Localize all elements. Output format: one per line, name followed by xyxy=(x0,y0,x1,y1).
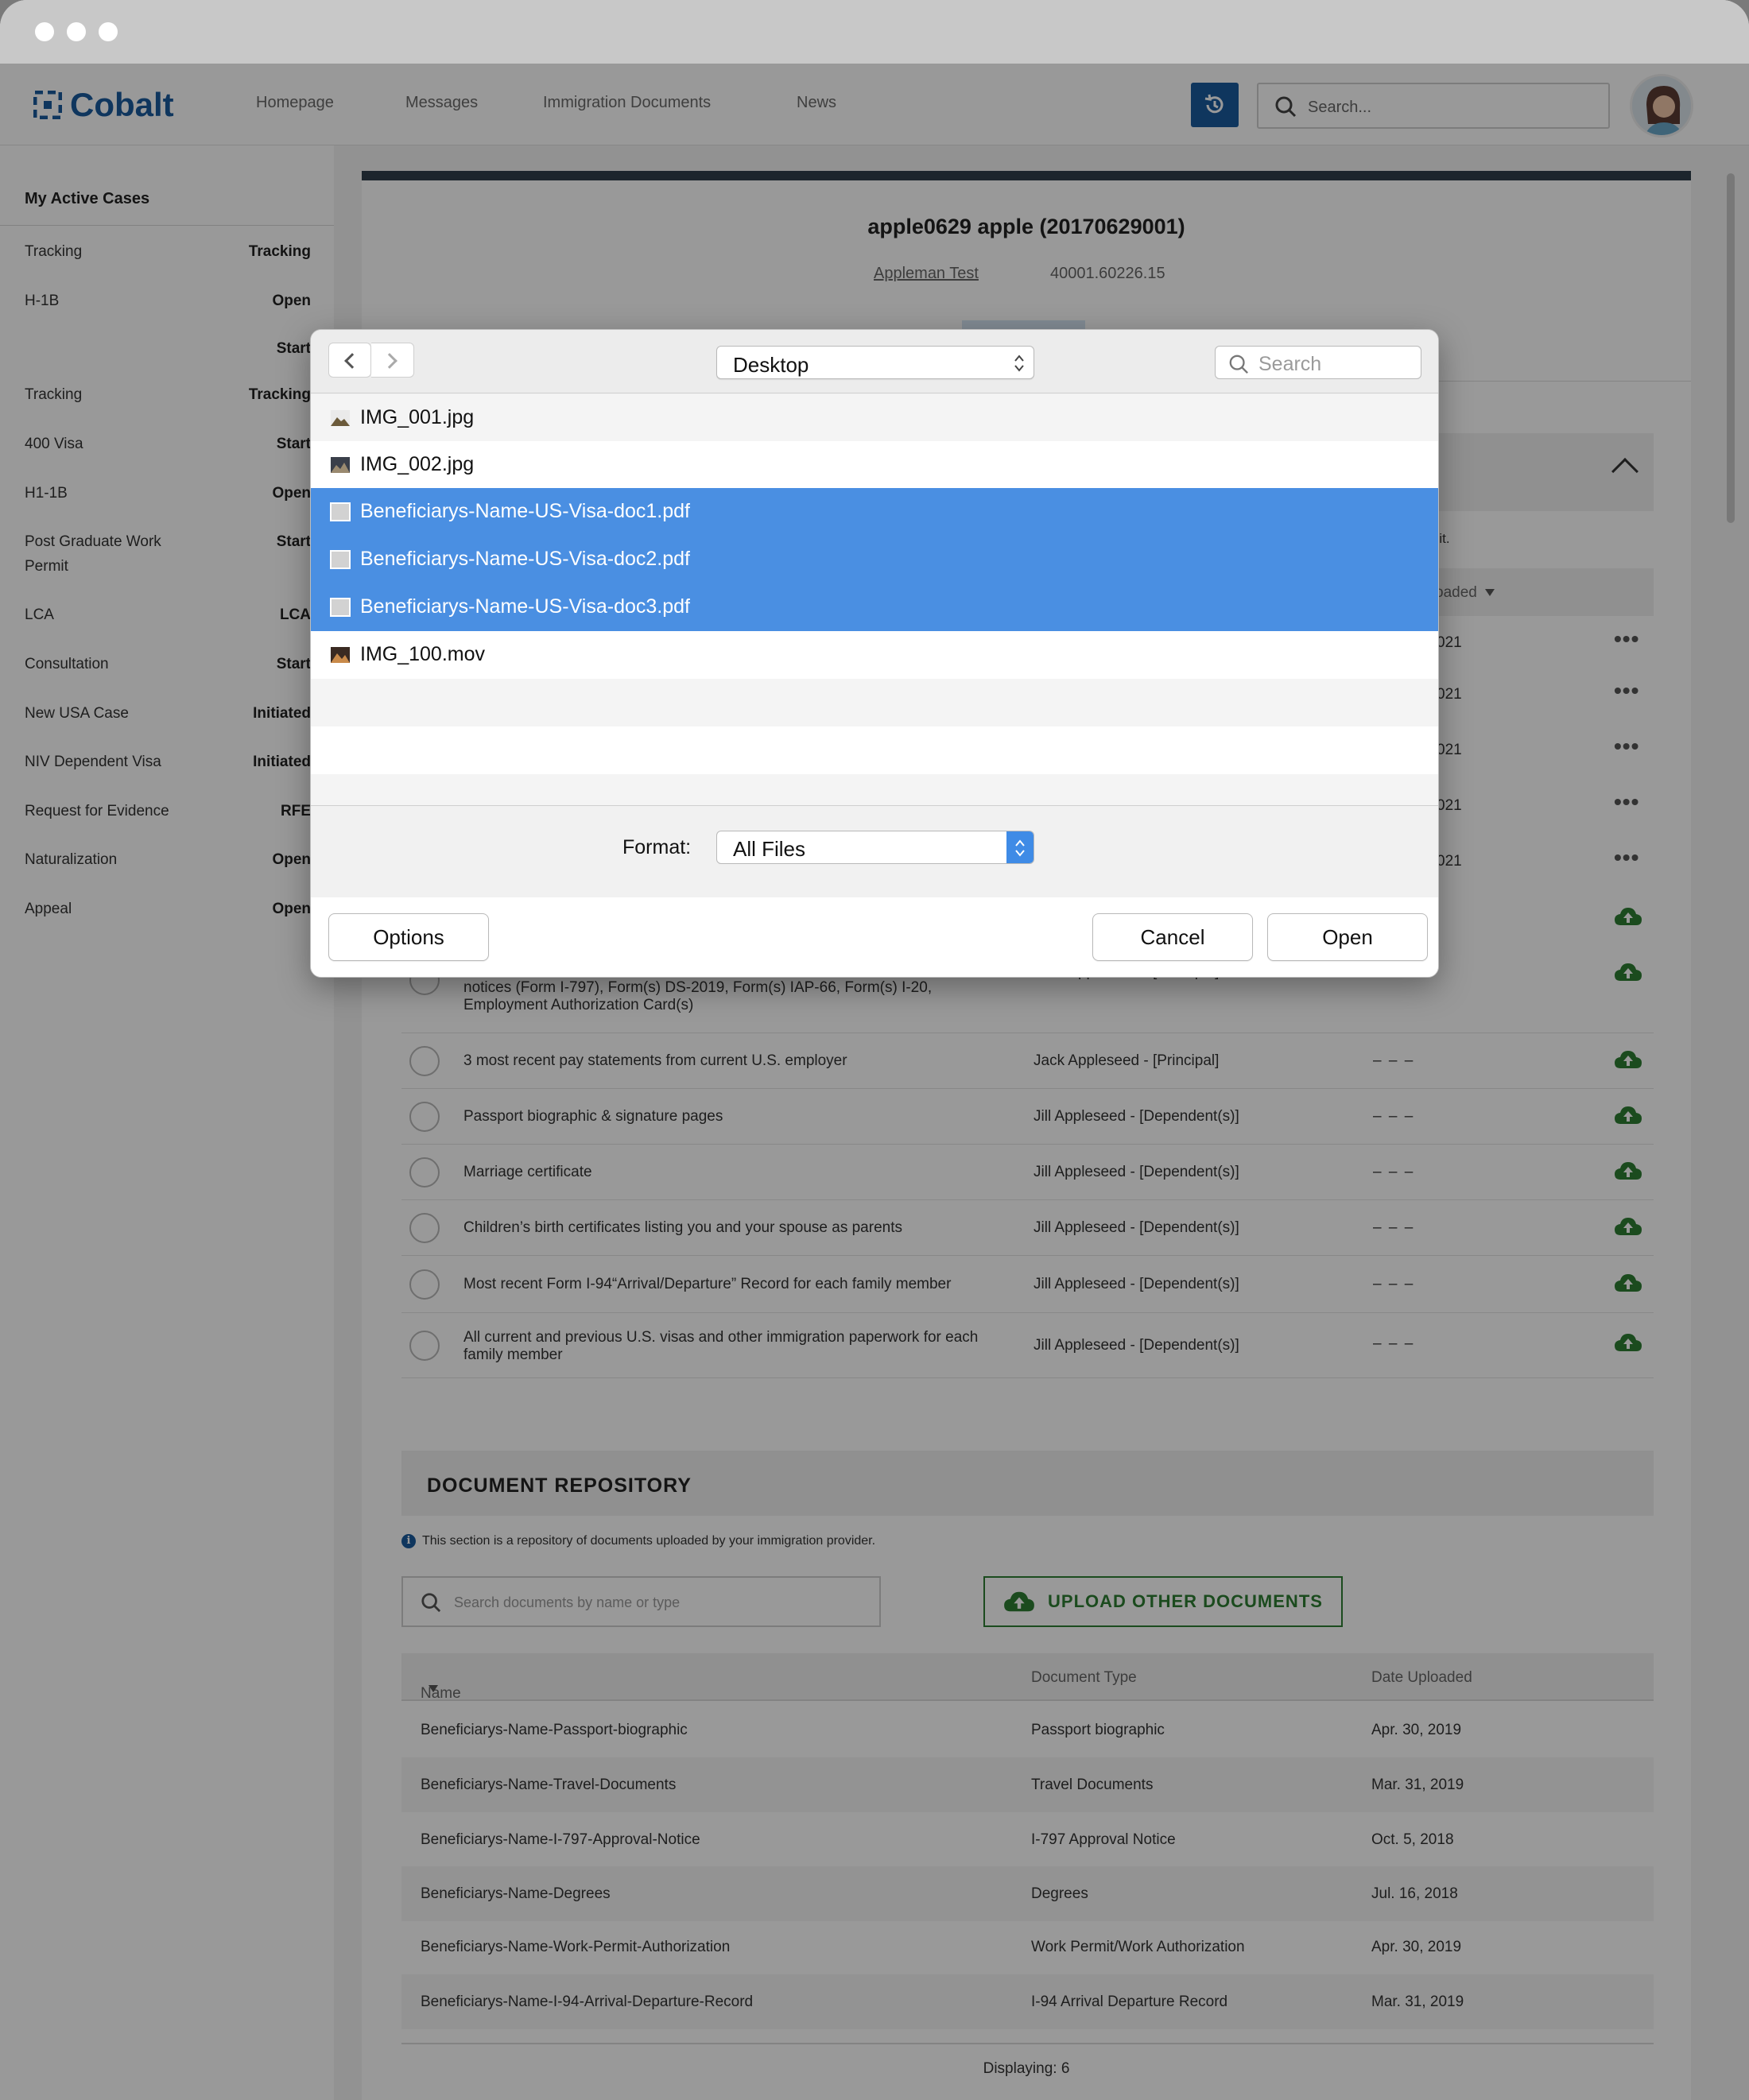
dialog-search-placeholder: Search xyxy=(1258,353,1322,375)
file-item[interactable]: IMG_002.jpg xyxy=(311,441,1438,489)
video-icon xyxy=(331,647,350,663)
chevron-right-icon xyxy=(382,353,398,369)
cancel-button[interactable]: Cancel xyxy=(1092,913,1253,961)
file-name: IMG_100.mov xyxy=(360,643,486,665)
image-icon xyxy=(331,457,350,473)
file-name: Beneficiarys-Name-US-Visa-doc1.pdf xyxy=(360,500,690,522)
search-icon xyxy=(1229,355,1248,374)
file-name: IMG_001.jpg xyxy=(360,406,475,428)
file-item[interactable]: IMG_100.mov xyxy=(311,631,1438,679)
format-value: All Files xyxy=(733,837,806,861)
file-name: IMG_002.jpg xyxy=(360,453,475,475)
file-item-selected[interactable]: Beneficiarys-Name-US-Visa-doc3.pdf xyxy=(311,583,1438,631)
empty-file-row xyxy=(311,774,1438,805)
minimize-window-icon[interactable] xyxy=(67,22,86,41)
close-window-icon[interactable] xyxy=(35,22,54,41)
updown-arrows-icon xyxy=(1014,355,1024,372)
format-select[interactable]: All Files xyxy=(716,831,1034,864)
location-value: Desktop xyxy=(733,353,809,377)
updown-arrows-icon xyxy=(1015,839,1025,857)
file-name: Beneficiarys-Name-US-Visa-doc3.pdf xyxy=(360,595,690,618)
options-button[interactable]: Options xyxy=(328,913,489,961)
pdf-icon xyxy=(330,502,351,521)
file-name: Beneficiarys-Name-US-Visa-doc2.pdf xyxy=(360,548,690,570)
window-titlebar xyxy=(0,0,1749,64)
forward-button[interactable] xyxy=(371,343,414,378)
dialog-footer: Options Cancel Open xyxy=(311,897,1438,977)
format-dropdown-button[interactable] xyxy=(1006,831,1034,863)
pdf-icon xyxy=(330,598,351,617)
file-open-dialog: Desktop Search IMG_001.jpg IMG_002.jpg B… xyxy=(310,329,1439,978)
file-item-selected[interactable]: Beneficiarys-Name-US-Visa-doc2.pdf xyxy=(311,536,1438,583)
location-select[interactable]: Desktop xyxy=(716,346,1034,379)
empty-file-row xyxy=(311,679,1438,726)
maximize-window-icon[interactable] xyxy=(99,22,118,41)
file-item-selected[interactable]: Beneficiarys-Name-US-Visa-doc1.pdf xyxy=(311,488,1438,536)
empty-file-row xyxy=(311,726,1438,774)
format-label: Format: xyxy=(622,836,692,858)
dialog-search-input[interactable]: Search xyxy=(1215,346,1421,379)
browser-window: Cobalt Homepage Messages Immigration Doc… xyxy=(0,0,1749,2100)
pdf-icon xyxy=(330,550,351,569)
chevron-left-icon xyxy=(344,353,360,369)
dialog-toolbar: Desktop Search xyxy=(311,330,1438,393)
back-button[interactable] xyxy=(328,343,371,378)
open-button[interactable]: Open xyxy=(1267,913,1428,961)
file-list-divider xyxy=(311,805,1438,806)
image-icon xyxy=(331,410,350,426)
file-item[interactable]: IMG_001.jpg xyxy=(311,394,1438,442)
